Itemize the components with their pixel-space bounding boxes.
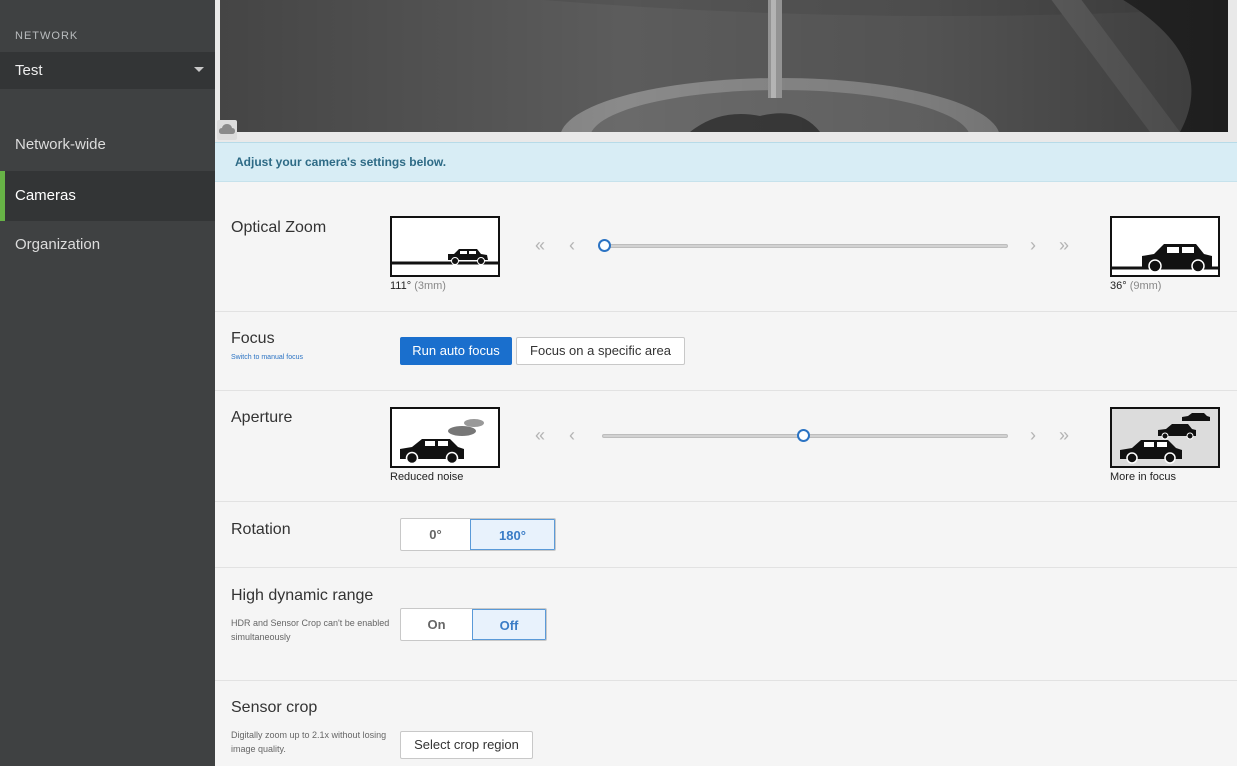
aperture-right-caption: More in focus — [1110, 471, 1177, 483]
car-small-icon — [392, 249, 498, 265]
network-label: NETWORK — [15, 30, 79, 42]
aperture-min-double-chevron-icon[interactable]: « — [535, 426, 545, 444]
hdr-title: High dynamic range — [231, 587, 374, 604]
video-shade — [220, 0, 1228, 132]
zoom-wide-thumbnail — [390, 216, 500, 277]
zoom-tele-angle: 36° — [1110, 280, 1127, 292]
sidebar-item-cameras[interactable]: Cameras — [0, 171, 215, 221]
sidebar-item-network-wide[interactable]: Network-wide — [0, 120, 215, 170]
hdr-off-option[interactable]: Off — [472, 609, 546, 640]
sensor-crop-note: Digitally zoom up to 2.1x without losing… — [231, 730, 387, 754]
focus-row: Focus Switch to manual focus Run auto fo… — [215, 312, 1237, 391]
zoom-tele-focal: (9mm) — [1129, 280, 1162, 292]
zoom-max-double-chevron-icon[interactable]: » — [1059, 236, 1069, 254]
focus-area-button[interactable]: Focus on a specific area — [516, 337, 685, 365]
zoom-min-double-chevron-icon[interactable]: « — [535, 236, 545, 254]
zoom-step-down-chevron-icon[interactable]: ‹ — [569, 236, 575, 254]
sensor-crop-row: Sensor crop Digitally zoom up to 2.1x wi… — [215, 681, 1237, 766]
run-auto-focus-button[interactable]: Run auto focus — [400, 337, 512, 365]
video-frame — [220, 0, 1228, 132]
aperture-left-caption: Reduced noise — [390, 471, 464, 483]
zoom-wide-angle: 111° — [390, 280, 412, 292]
hdr-note: HDR and Sensor Crop can't be enabled sim… — [231, 618, 390, 642]
aperture-slider-knob[interactable] — [796, 429, 810, 442]
aperture-max-double-chevron-icon[interactable]: » — [1059, 426, 1069, 444]
camera-video-feed — [215, 0, 1237, 142]
zoom-step-up-chevron-icon[interactable]: › — [1030, 236, 1036, 254]
optical-zoom-title: Optical Zoom — [231, 219, 327, 236]
aperture-row: Aperture Reduced noise « ‹ › » More in f… — [215, 391, 1237, 502]
info-banner: Adjust your camera's settings below. — [215, 142, 1237, 182]
zoom-slider-track[interactable] — [602, 244, 1008, 248]
car-group-icon — [1112, 409, 1218, 466]
car-large-icon — [1112, 244, 1218, 273]
rotation-toggle: 0° 180° — [400, 518, 556, 551]
zoom-wide-focal: (3mm) — [414, 280, 446, 292]
manual-focus-link[interactable]: Switch to manual focus — [231, 354, 303, 361]
zoom-tele-thumbnail — [1110, 216, 1220, 277]
optical-zoom-row: Optical Zoom 111° (3mm) « ‹ › » 36° (9mm… — [215, 182, 1237, 312]
rotation-0-option[interactable]: 0° — [401, 519, 470, 550]
zoom-slider-knob[interactable] — [598, 239, 611, 252]
sensor-crop-title: Sensor crop — [231, 699, 318, 716]
rotation-title: Rotation — [231, 521, 291, 538]
aperture-title: Aperture — [231, 409, 293, 426]
hdr-toggle: On Off — [400, 608, 547, 641]
info-banner-text: Adjust your camera's settings below. — [235, 155, 447, 169]
aperture-noise-thumbnail — [390, 407, 500, 468]
zoom-tele-caption: 36° (9mm) — [1110, 280, 1161, 292]
car-blur-icon — [400, 419, 484, 465]
rotation-row: Rotation 0° 180° — [215, 502, 1237, 568]
chevron-down-icon — [194, 67, 204, 72]
aperture-step-down-chevron-icon[interactable]: ‹ — [569, 426, 575, 444]
rotation-180-option[interactable]: 180° — [470, 519, 555, 550]
focus-title: Focus — [231, 330, 275, 347]
hdr-on-option[interactable]: On — [401, 609, 472, 640]
sidebar: NETWORK Test Network-wide Cameras Organi… — [0, 0, 215, 766]
select-crop-region-button[interactable]: Select crop region — [400, 731, 533, 759]
aperture-step-up-chevron-icon[interactable]: › — [1030, 426, 1036, 444]
sidebar-item-organization[interactable]: Organization — [0, 220, 215, 270]
network-selector-value: Test — [15, 62, 43, 79]
network-selector[interactable]: Test — [0, 52, 215, 89]
cloud-icon[interactable] — [217, 120, 237, 140]
aperture-focus-thumbnail — [1110, 407, 1220, 468]
hdr-row: High dynamic range HDR and Sensor Crop c… — [215, 568, 1237, 681]
zoom-wide-caption: 111° (3mm) — [390, 280, 446, 292]
